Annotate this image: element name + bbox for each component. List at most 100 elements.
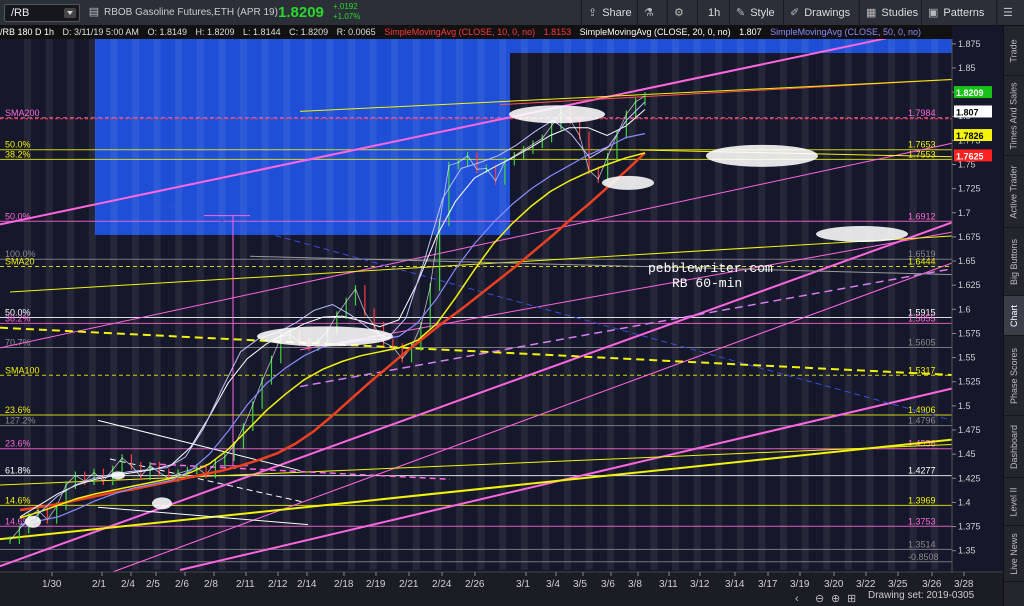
fib-level-left-label: 23.6% <box>5 405 31 415</box>
sidebar-tab-live-news[interactable]: Live News <box>1004 526 1024 582</box>
y-tick-label: 1.35 <box>958 546 976 556</box>
fib-level-left-label: SMA100 <box>5 365 40 375</box>
chevron-down-icon[interactable] <box>64 8 76 18</box>
zoom-control-icon[interactable]: ⊞ <box>847 593 856 605</box>
info-sma20-value: 1.807 <box>739 27 762 37</box>
price-tag-label: 1.8209 <box>956 88 984 98</box>
sidebar-tab-dashboard[interactable]: Dashboard <box>1004 416 1024 478</box>
x-tick-label: 2/11 <box>236 579 255 590</box>
style-button[interactable]: ✎ Style <box>729 0 783 26</box>
menu-icon: ☰ <box>1003 7 1013 19</box>
zoom-control-icon[interactable]: ‹ <box>795 593 799 605</box>
annotation-ellipse <box>706 144 818 167</box>
y-tick-label: 1.525 <box>958 377 981 387</box>
y-tick-label: 1.45 <box>958 449 976 459</box>
sidebar-tab-trade[interactable]: Trade <box>1004 26 1024 76</box>
x-tick-label: 2/4 <box>121 579 135 590</box>
instrument-description: RBOB Gasoline Futures,ETH (APR 19) <box>104 7 278 18</box>
y-tick-label: 1.625 <box>958 280 981 290</box>
x-tick-label: 3/11 <box>659 579 678 590</box>
sidebar-tab-label: Times And Sales <box>1009 81 1020 150</box>
sidebar-tab-chart[interactable]: Chart <box>1004 296 1024 336</box>
y-tick-label: 1.375 <box>958 522 981 532</box>
fib-level-right-label: 1.4277 <box>908 466 936 476</box>
x-tick-label: 3/19 <box>790 579 810 590</box>
annotation-ellipse <box>816 226 908 243</box>
sidebar-tab-active-trader[interactable]: Active Trader <box>1004 156 1024 228</box>
fib-level-right-label: -0.8508 <box>908 552 939 562</box>
fib-level-right-label: 1.7653 <box>908 140 936 150</box>
x-tick-label: 3/22 <box>856 579 876 590</box>
sidebar-tab-label: Dashboard <box>1009 424 1019 469</box>
menu-button[interactable]: ☰ <box>996 0 1024 26</box>
x-tick-label: 3/20 <box>824 579 844 590</box>
y-tick-label: 1.675 <box>958 232 981 242</box>
x-tick-label: 3/5 <box>573 579 587 590</box>
annotation-ellipse <box>25 515 41 528</box>
sidebar-tab-times-and-sales[interactable]: Times And Sales <box>1004 76 1024 156</box>
patterns-button[interactable]: ▣ Patterns <box>921 0 996 26</box>
timeframe-button[interactable]: 1h <box>697 0 729 26</box>
annotation-ellipse <box>602 175 654 190</box>
fib-level-right-label: 1.6912 <box>908 211 936 221</box>
x-tick-label: 3/1 <box>516 579 530 590</box>
x-tick-label: 2/8 <box>204 579 218 590</box>
symbol-selector[interactable]: /RB <box>4 4 80 22</box>
watermark-site: pebblewriter.com <box>648 261 773 276</box>
price-tag-label: 1.7625 <box>956 151 984 161</box>
x-tick-label: 3/8 <box>628 579 642 590</box>
flask-icon: ⚗ <box>644 7 654 19</box>
info-high: H: 1.8209 <box>195 27 235 37</box>
share-button[interactable]: ⇪ Share <box>581 0 637 26</box>
gear-icon: ⚙ <box>674 7 684 19</box>
fib-level-right-label: 1.3753 <box>908 516 936 526</box>
fib-level-right-label: 1.4796 <box>908 416 936 426</box>
y-tick-label: 1.65 <box>958 256 976 266</box>
zoom-control-icon[interactable]: ⊕ <box>831 593 840 605</box>
y-tick-label: 1.475 <box>958 425 981 435</box>
x-tick-label: 2/19 <box>366 579 386 590</box>
info-sma20: SimpleMovingAvg (CLOSE, 20, 0, no) <box>579 27 731 37</box>
drawings-button[interactable]: ✐ Drawings <box>783 0 859 26</box>
x-tick-label: 3/14 <box>725 579 745 590</box>
fib-level-right-label: 1.7984 <box>908 108 936 118</box>
sidebar-tab-label: Chart <box>1009 304 1020 327</box>
price-chart[interactable]: SMA200 1.798450.0% 1.765338.2% 1.755350.0% 1… <box>0 26 1003 606</box>
studies-icon: ▦ <box>866 7 877 19</box>
y-axis-area <box>952 39 1003 593</box>
fib-level-right-label: 1.6444 <box>908 256 936 266</box>
y-tick-label: 1.4 <box>958 497 971 507</box>
sidebar-tab-phase-scores[interactable]: Phase Scores <box>1004 336 1024 416</box>
y-tick-label: 1.6 <box>958 304 971 314</box>
info-date: D: 3/11/19 5:00 AM <box>62 27 139 37</box>
chart-info-bar: /RB 180 D 1h D: 3/11/19 5:00 AM O: 1.814… <box>0 26 952 39</box>
settings-button[interactable]: ⚙ <box>667 0 697 26</box>
zoom-control-icon[interactable]: ⊖ <box>815 593 824 605</box>
drawings-icon: ✐ <box>790 7 800 19</box>
sidebar-tab-label: Trade <box>1009 38 1019 63</box>
fib-level-left-label: 23.6% <box>5 439 31 449</box>
sidebar-tab-big-buttons[interactable]: Big Buttons <box>1004 228 1024 296</box>
y-tick-label: 1.85 <box>958 63 976 73</box>
y-tick-label: 1.725 <box>958 184 981 194</box>
flask-button[interactable]: ⚗ <box>637 0 667 26</box>
fib-level-right-label: 1.3969 <box>908 495 936 505</box>
y-tick-label: 1.425 <box>958 473 981 483</box>
fib-level-left-label: 61.8% <box>5 466 31 476</box>
info-sma10-value: 1.8153 <box>543 27 572 37</box>
fib-level-right-label: 1.5855 <box>908 313 936 323</box>
x-tick-label: 2/21 <box>399 579 419 590</box>
sidebar-tab-level-ii[interactable]: Level II <box>1004 478 1024 526</box>
link-icon[interactable]: ▤ <box>88 6 100 18</box>
fib-level-left-label: 14.6% <box>5 495 31 505</box>
x-tick-label: 2/14 <box>297 579 317 590</box>
drawings-label: Drawings <box>804 7 851 19</box>
sidebar-tab-label: Phase Scores <box>1009 347 1019 404</box>
share-icon: ⇪ <box>588 7 598 19</box>
x-tick-label: 2/1 <box>92 579 106 590</box>
info-range: R: 0.0065 <box>336 27 376 37</box>
studies-button[interactable]: ▦ Studies <box>859 0 921 26</box>
x-tick-label: 2/6 <box>175 579 189 590</box>
x-tick-label: 3/4 <box>546 579 560 590</box>
price-change: +.0192 +1.07% <box>333 2 360 22</box>
